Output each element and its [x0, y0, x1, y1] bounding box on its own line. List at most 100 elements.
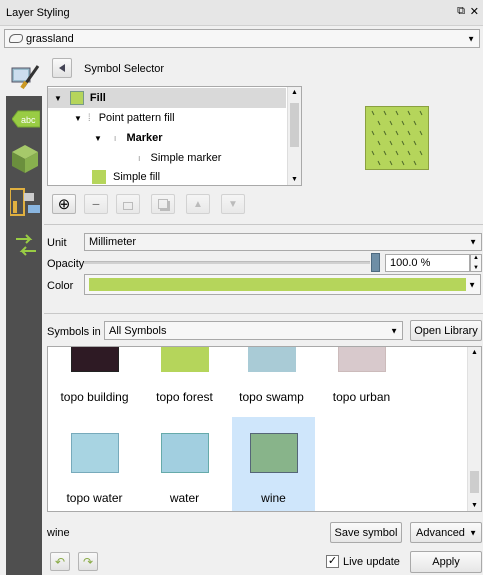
advanced-button[interactable]: Advanced ▼ [410, 522, 482, 543]
lock-layer-button[interactable] [116, 194, 140, 214]
polygon-layer-icon [9, 34, 23, 43]
symbol-swatch [160, 433, 209, 473]
move-up-button[interactable]: ▲ [186, 194, 210, 214]
divider [44, 313, 483, 314]
symbol-swatch [70, 433, 119, 473]
collapse-arrow-icon[interactable]: ▼ [74, 114, 82, 123]
opacity-spinbox[interactable]: 100.0 % [385, 254, 470, 272]
opacity-slider[interactable] [84, 253, 380, 273]
symbol-item-water[interactable]: water [143, 427, 226, 511]
duplicate-layer-button[interactable] [151, 194, 175, 214]
simple-marker-icon: ı [138, 153, 141, 163]
symbol-swatch [160, 347, 209, 372]
lock-icon [123, 201, 133, 210]
symbol-item-topo-swamp[interactable]: topo swamp [230, 347, 313, 428]
chevron-down-icon: ▼ [469, 237, 477, 247]
remove-layer-button[interactable]: − [84, 194, 108, 214]
symbol-label: topo forest [156, 390, 213, 404]
symbol-item-topo-building[interactable]: topo building [53, 347, 136, 428]
opacity-slider-handle[interactable] [371, 253, 380, 272]
selected-symbol-name: wine [47, 527, 70, 539]
live-update-checkbox[interactable]: ✓ [326, 555, 339, 568]
tree-scrollbar[interactable]: ▲ ▼ [287, 87, 301, 185]
color-swatch [89, 278, 466, 291]
symbol-label: topo urban [332, 390, 391, 404]
panel-title: Layer Styling [6, 7, 70, 19]
symbol-swatch [70, 347, 119, 372]
layer-name: grassland [26, 32, 74, 45]
minus-icon: − [91, 196, 101, 212]
fill-preview-icon [69, 91, 84, 105]
point-pattern-icon: ⁞ [87, 112, 91, 124]
chevron-down-icon: ▼ [467, 34, 475, 43]
apply-button[interactable]: Apply [410, 551, 482, 573]
symbol-group-value: All Symbols [109, 324, 167, 337]
symbol-item-wine[interactable]: wine [232, 417, 315, 511]
float-icon[interactable]: ⧉ [457, 5, 465, 18]
move-down-button[interactable]: ▼ [221, 194, 245, 214]
symbol-grid-scrollbar[interactable]: ▲ ▼ [467, 347, 481, 511]
step-down-icon[interactable]: ▼ [473, 265, 479, 271]
add-layer-button[interactable]: ⊕ [52, 194, 76, 214]
marker-icon: ı [113, 133, 117, 143]
tree-item-simple-marker[interactable]: ı Simple marker [48, 148, 221, 168]
unit-select[interactable]: Millimeter ▼ [84, 233, 482, 251]
symbol-swatch [247, 347, 296, 372]
scroll-thumb[interactable] [290, 103, 299, 147]
tree-item-label: Simple fill [113, 171, 161, 183]
symbol-label: topo swamp [239, 390, 304, 404]
title-bar: Layer Styling ⧉ ✕ [0, 0, 483, 26]
chevron-down-icon: ▼ [390, 326, 398, 335]
open-library-button[interactable]: Open Library [410, 320, 482, 341]
color-button[interactable]: ▼ [84, 274, 481, 295]
advanced-label: Advanced [416, 526, 465, 539]
history-icon[interactable] [12, 233, 40, 257]
collapse-arrow-icon[interactable]: ▼ [54, 94, 62, 103]
symbol-label: topo water [66, 491, 123, 505]
undo-button[interactable]: ↶ [50, 552, 70, 571]
symbols-in-label: Symbols in [47, 326, 101, 338]
opacity-stepper[interactable]: ▲ ▼ [470, 254, 482, 272]
scroll-down-icon[interactable]: ▼ [471, 502, 478, 509]
tree-item-point-pattern-fill[interactable]: ▼ ⁞ Point pattern fill [48, 108, 175, 128]
symbol-group-select[interactable]: All Symbols ▼ [104, 321, 403, 340]
chevron-down-icon: ▼ [469, 528, 477, 537]
redo-button[interactable]: ↷ [78, 552, 98, 571]
tree-item-marker[interactable]: ▼ ı Marker [48, 128, 163, 148]
step-up-icon[interactable]: ▲ [473, 255, 479, 261]
scroll-up-icon[interactable]: ▲ [471, 349, 478, 356]
divider [44, 224, 483, 225]
collapse-arrow-icon[interactable]: ▼ [94, 134, 102, 143]
live-update-label: Live update [343, 556, 400, 568]
redo-icon: ↷ [82, 554, 94, 569]
save-symbol-button[interactable]: Save symbol [330, 522, 402, 543]
back-button[interactable] [52, 58, 72, 78]
symbol-layer-tree[interactable]: ▼ Fill ▼ ⁞ Point pattern fill ▼ ı Marker… [47, 86, 302, 186]
tree-item-label: Marker [126, 132, 163, 144]
duplicate-icon [158, 199, 168, 209]
tree-item-label: Point pattern fill [98, 112, 175, 124]
3d-cube-icon[interactable] [10, 143, 40, 175]
symbol-item-topo-forest[interactable]: topo forest [143, 347, 226, 428]
tree-item-simple-fill[interactable]: Simple fill [48, 167, 161, 185]
scroll-up-icon[interactable]: ▲ [291, 89, 298, 96]
arrow-up-icon: ▲ [193, 198, 203, 210]
tree-item-fill[interactable]: ▼ Fill [48, 88, 286, 108]
symbol-item-topo-urban[interactable]: topo urban [320, 347, 403, 428]
scroll-thumb[interactable] [470, 471, 479, 493]
diagram-icon[interactable] [9, 187, 42, 217]
scroll-down-icon[interactable]: ▼ [291, 176, 298, 183]
style-paint-icon[interactable] [8, 60, 40, 92]
close-icon[interactable]: ✕ [470, 5, 479, 18]
symbol-label: wine [261, 491, 286, 505]
layer-select[interactable]: grassland ▼ [4, 29, 480, 48]
symbol-item-topo-water[interactable]: topo water [53, 427, 136, 511]
unit-value: Millimeter [89, 236, 137, 248]
arrow-down-icon: ▼ [228, 198, 238, 210]
symbol-swatch [249, 433, 298, 473]
symbol-preview [365, 106, 429, 170]
simple-fill-icon [92, 170, 106, 184]
symbol-selector-title: Symbol Selector [84, 63, 165, 75]
labels-icon[interactable]: abc [11, 110, 41, 128]
symbol-grid[interactable]: topo building topo forest topo swamp top… [47, 346, 482, 512]
